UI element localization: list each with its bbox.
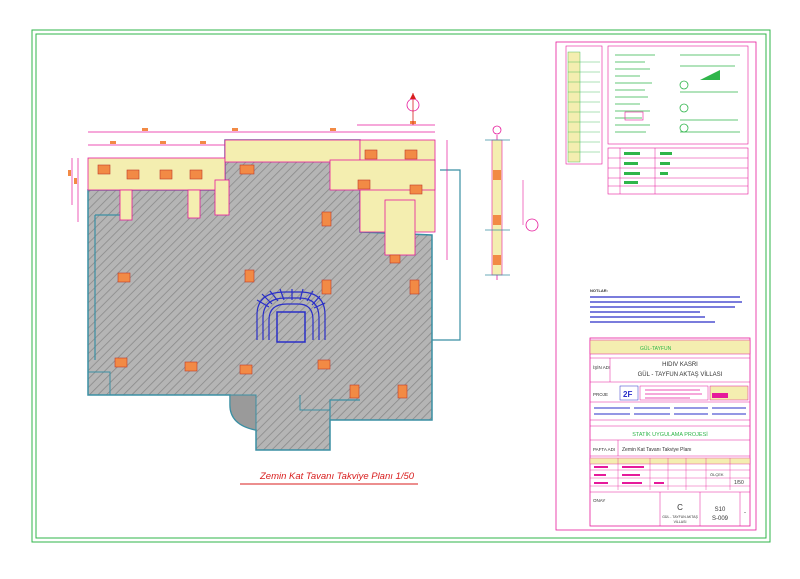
column — [189, 169, 203, 180]
title-column-frame — [555, 41, 757, 531]
sheet-no: S10 — [715, 507, 726, 513]
drawing-sheet: Zemin Kat Tavanı Takviye Planı 1/50 NOTL… — [0, 0, 800, 574]
onay-label: ONAY — [593, 498, 605, 503]
pafta-name: Zemin Kat Tavanı Takviye Planı — [622, 447, 692, 453]
column — [239, 364, 253, 375]
sheet-code: S-009 — [712, 516, 729, 522]
column — [114, 357, 128, 368]
column — [97, 164, 111, 175]
column — [239, 164, 255, 175]
section-marker-top — [406, 93, 420, 125]
column — [357, 179, 371, 190]
plan-caption-group: Zemin Kat Tavanı Takviye Planı 1/50 — [240, 471, 418, 485]
column — [159, 169, 173, 180]
block-letter: C — [677, 503, 683, 512]
scale-label: ÖLÇEK — [710, 472, 724, 477]
section-detail — [485, 125, 539, 280]
column — [317, 359, 331, 370]
column — [404, 149, 418, 160]
column — [409, 184, 423, 195]
notes-heading: NOTLAR: — [590, 288, 608, 293]
round-corner — [229, 394, 257, 431]
column — [321, 211, 332, 227]
beam-zone-top — [224, 139, 361, 163]
column — [184, 361, 198, 372]
column — [389, 254, 401, 264]
pafta-label: PAFTA ADI — [593, 447, 615, 452]
notes-block: NOTLAR: — [590, 288, 742, 323]
scale-value: 1/50 — [734, 480, 744, 486]
cad-drawing: Zemin Kat Tavanı Takviye Planı 1/50 NOTL… — [31, 29, 771, 543]
beam-stub-1 — [119, 189, 133, 221]
column — [397, 384, 408, 399]
notes-label: İŞİN ADI — [593, 364, 610, 370]
header-code: GÜL-TAYFUN — [640, 345, 672, 352]
logo-text: 2F — [623, 390, 632, 399]
legend-block — [565, 45, 749, 195]
block-sub: GÜL - TAYFUN AKTAŞ — [662, 515, 698, 519]
title-block: GÜL-TAYFUN İŞİN ADI HIDIV KASRI GÜL - TA… — [589, 337, 751, 527]
floor-plan — [68, 93, 461, 451]
column — [126, 169, 140, 180]
column — [409, 279, 420, 295]
column — [117, 272, 131, 283]
column — [349, 384, 360, 399]
column — [364, 149, 378, 160]
project-name-line1: HIDIV KASRI — [662, 362, 698, 368]
block-sub2: VİLLASI — [674, 519, 687, 524]
column — [244, 269, 255, 283]
project-name-line2: GÜL - TAYFUN AKTAŞ VİLLASI — [638, 371, 723, 378]
beam-stub-2 — [187, 189, 201, 219]
beam-stub-3 — [214, 179, 230, 216]
plan-caption: Zemin Kat Tavanı Takviye Planı 1/50 — [259, 471, 415, 482]
project-label: PROJE — [593, 392, 608, 397]
column — [321, 279, 332, 295]
beam-zone-right-down — [384, 199, 416, 256]
section-title: STATİK UYGULAMA PROJESİ — [632, 431, 708, 438]
sheet-dash: - — [744, 510, 746, 516]
